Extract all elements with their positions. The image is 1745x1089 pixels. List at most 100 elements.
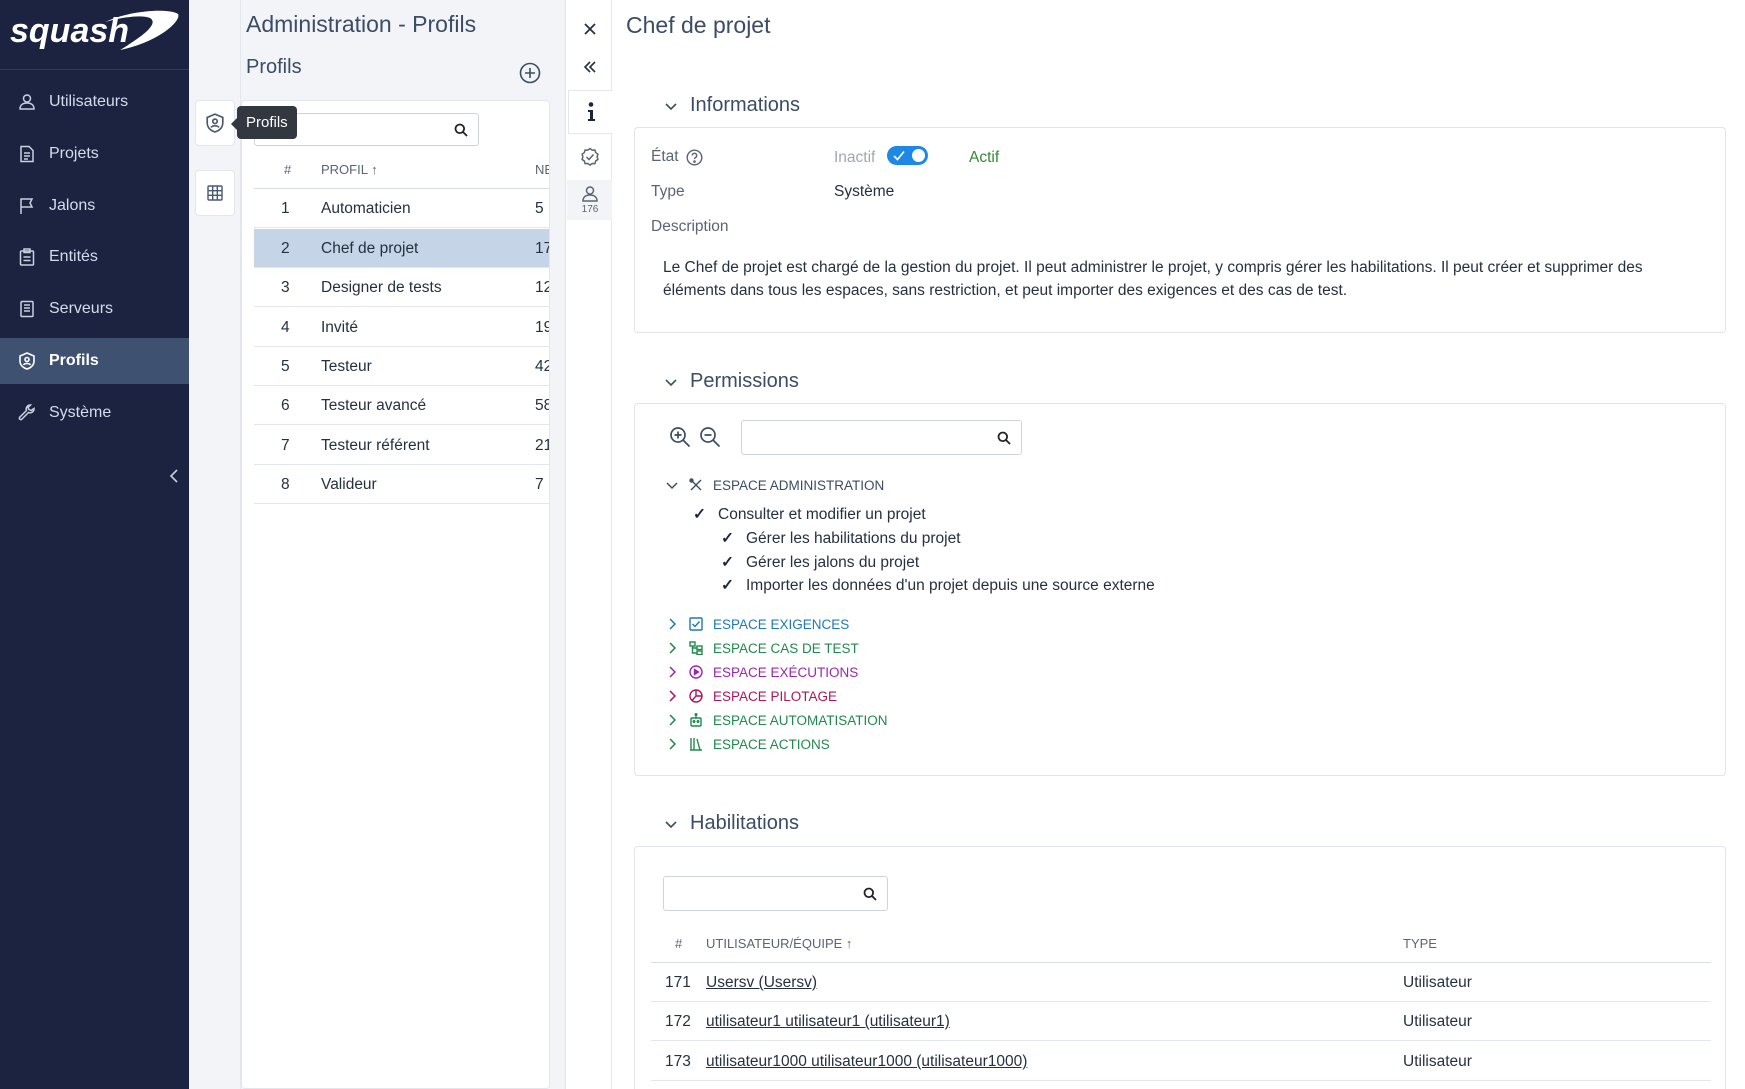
nav-item-label: Système: [49, 404, 112, 421]
shield-user-icon: [206, 113, 224, 133]
check-icon: ✓: [721, 577, 734, 594]
table-row: 173 utilisateur1000 utilisateur1000 (uti…: [651, 1042, 1711, 1081]
row-name: Valideur: [321, 476, 377, 493]
row-name: Testeur référent: [321, 437, 430, 454]
active-toggle[interactable]: [887, 146, 928, 165]
plus-circle-icon: [519, 62, 541, 84]
nav-item-jalons[interactable]: Jalons: [0, 183, 189, 229]
space-label: ESPACE ACTIONS: [713, 736, 830, 752]
row-num: 7: [281, 437, 290, 454]
space-automatisation[interactable]: ESPACE AUTOMATISATION: [665, 709, 888, 731]
table-row[interactable]: 7 Testeur référent 21: [254, 426, 549, 465]
space-actions[interactable]: ESPACE ACTIONS: [665, 733, 830, 755]
habilitations-section-header[interactable]: Habilitations: [664, 812, 799, 835]
squash-logo[interactable]: squash: [0, 0, 189, 70]
robot-icon: [689, 713, 713, 727]
state-label-text: État: [651, 148, 679, 165]
double-chevron-left-icon: [583, 61, 596, 73]
chevron-right-icon: [665, 641, 689, 655]
chevron-down-icon: [665, 820, 677, 828]
user-link[interactable]: Usersv (Usersv): [706, 974, 817, 992]
space-administration[interactable]: ESPACE ADMINISTRATION: [665, 474, 884, 496]
nav-item-label: Profils: [49, 352, 99, 369]
space-exigences[interactable]: ESPACE EXIGENCES: [665, 613, 849, 635]
table-row[interactable]: 5 Testeur 42: [254, 347, 549, 386]
habilitations-card: # UTILISATEUR/ÉQUIPE ↑ TYPE 171 Usersv (…: [634, 846, 1726, 1089]
permission-label: Gérer les habilitations du projet: [746, 529, 961, 547]
collapse-detail-button[interactable]: [567, 53, 613, 81]
detail-title: Chef de projet: [626, 12, 771, 38]
close-detail-button[interactable]: [567, 14, 613, 44]
column-header-profil[interactable]: PROFIL ↑: [321, 162, 378, 177]
collapse-nav-button[interactable]: [162, 464, 186, 488]
chevron-down-icon: [665, 378, 677, 386]
informations-card: État Inactif Actif Type Système Descript…: [634, 127, 1726, 333]
wrench-icon: [18, 404, 35, 421]
row-count: 42: [535, 358, 549, 375]
table-row[interactable]: 4 Invité 19: [254, 308, 549, 347]
list-title: Profils: [246, 56, 302, 78]
section-title: Informations: [690, 94, 801, 116]
main-navigation: squash Utilisateurs Projets Jalons Entit…: [0, 0, 189, 1089]
table-row[interactable]: 8 Valideur 7: [254, 465, 549, 504]
space-cas-de-test[interactable]: ESPACE CAS DE TEST: [665, 637, 859, 659]
habilitations-search-input[interactable]: [664, 877, 887, 910]
nav-item-systeme[interactable]: Système: [0, 390, 189, 436]
row-num: 3: [281, 279, 290, 296]
row-num: 2: [281, 240, 290, 257]
space-executions[interactable]: ESPACE EXÉCUTIONS: [665, 661, 858, 683]
row-name: Designer de tests: [321, 279, 442, 296]
check-icon: ✓: [721, 554, 734, 571]
table-row[interactable]: 3 Designer de tests 12: [254, 268, 549, 307]
habilitations-search: [663, 876, 888, 911]
table-row[interactable]: 1 Automaticien 5: [254, 189, 549, 228]
nav-item-entites[interactable]: Entités: [0, 234, 189, 280]
column-header-user[interactable]: UTILISATEUR/ÉQUIPE ↑: [706, 936, 852, 951]
tab-informations[interactable]: [568, 90, 612, 134]
column-header-label: PROFIL: [321, 162, 368, 177]
sub-navigation-strip: [189, 0, 241, 1089]
chevron-right-icon: [665, 617, 689, 631]
profile-detail: Chef de projet Informations État Inactif…: [612, 0, 1745, 1089]
nav-item-profils[interactable]: Profils: [0, 338, 189, 384]
nav-item-label: Serveurs: [49, 300, 114, 317]
grid-view-button[interactable]: [195, 170, 235, 216]
nav-item-label: Projets: [49, 145, 99, 162]
permissions-section-header[interactable]: Permissions: [664, 370, 799, 393]
nav-item-serveurs[interactable]: Serveurs: [0, 286, 189, 332]
zoom-in-button[interactable]: [669, 426, 691, 448]
column-header-nb: NE: [535, 162, 549, 177]
row-type: Utilisateur: [1403, 1053, 1472, 1070]
table-row[interactable]: 6 Testeur avancé 58: [254, 386, 549, 425]
table-row: 172 utilisateur1 utilisateur1 (utilisate…: [651, 1002, 1711, 1041]
table-row[interactable]: 2 Chef de projet 17: [254, 229, 549, 268]
nav-item-projets[interactable]: Projets: [0, 131, 189, 177]
nav-item-utilisateurs[interactable]: Utilisateurs: [0, 79, 189, 125]
nav-item-label: Jalons: [49, 197, 96, 214]
user-icon: [19, 94, 35, 110]
flag-icon: [20, 198, 34, 214]
tab-habilitations[interactable]: 176: [567, 180, 613, 220]
informations-section-header[interactable]: Informations: [664, 94, 800, 117]
add-profile-button[interactable]: [519, 62, 541, 84]
user-link[interactable]: utilisateur1 utilisateur1 (utilisateur1): [706, 1013, 950, 1031]
row-name: Invité: [321, 319, 359, 336]
chevron-down-icon: [665, 478, 689, 492]
zoom-out-button[interactable]: [699, 426, 721, 448]
row-count: 12: [535, 279, 549, 296]
tools-icon: [689, 478, 713, 492]
permissions-search: [741, 420, 1022, 455]
tab-permissions[interactable]: [567, 143, 613, 171]
help-icon[interactable]: [686, 148, 703, 166]
column-header-label: UTILISATEUR/ÉQUIPE: [706, 936, 843, 951]
row-count: 19: [535, 319, 549, 336]
profils-view-button[interactable]: [195, 100, 235, 146]
space-label: ESPACE CAS DE TEST: [713, 640, 859, 656]
space-pilotage[interactable]: ESPACE PILOTAGE: [665, 685, 837, 707]
row-num: 171: [665, 974, 691, 991]
user-link[interactable]: utilisateur1000 utilisateur1000 (utilisa…: [706, 1053, 1027, 1071]
permission-item: ✓ Importer les données d'un projet depui…: [721, 576, 1155, 595]
clipboard-icon: [19, 248, 35, 266]
permissions-search-input[interactable]: [742, 421, 1021, 454]
nav-item-label: Utilisateurs: [49, 93, 129, 110]
